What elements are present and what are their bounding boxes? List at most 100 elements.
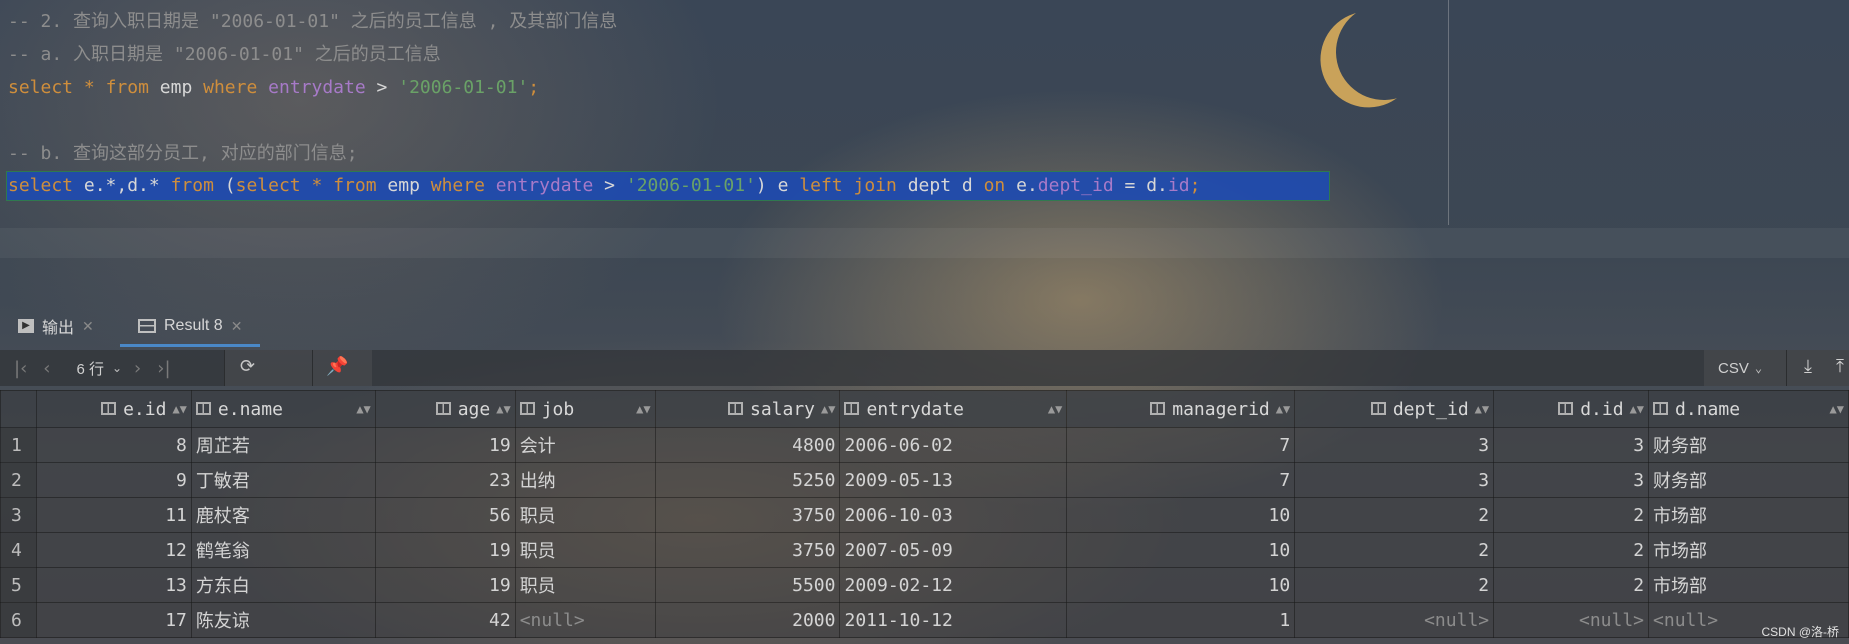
cell-job[interactable]: 职员	[514, 497, 656, 533]
cell-d-id[interactable]: 2	[1493, 532, 1650, 568]
column-header[interactable]: job ▲▼	[514, 390, 656, 428]
sort-icon[interactable]: ▲▼	[1276, 402, 1290, 416]
cell-e-id[interactable]: 8	[35, 427, 192, 463]
last-page-icon[interactable]: ›|	[149, 358, 178, 379]
sort-icon[interactable]: ▲▼	[1630, 402, 1644, 416]
cell-entrydate[interactable]: 2007-05-09	[839, 532, 1068, 568]
cell-dept-id[interactable]: <null>	[1294, 602, 1495, 638]
first-page-icon[interactable]: |‹	[6, 358, 35, 379]
query-line-2[interactable]: select e.*,d.* from (select * from emp w…	[8, 174, 1200, 198]
column-header[interactable]: age ▲▼	[374, 390, 516, 428]
row-number[interactable]: 6	[0, 602, 37, 638]
cell-d-name[interactable]: 财务部	[1648, 462, 1849, 498]
cell-dept-id[interactable]: 2	[1294, 567, 1495, 603]
close-icon[interactable]: ✕	[231, 318, 243, 335]
cell-d-name[interactable]: 市场部	[1648, 567, 1849, 603]
cell-entrydate[interactable]: 2009-05-13	[839, 462, 1068, 498]
cell-job[interactable]: 会计	[514, 427, 656, 463]
cell-managerid[interactable]: 10	[1066, 532, 1296, 568]
tab-result[interactable]: Result 8 ✕	[138, 308, 242, 344]
column-header[interactable]: d.id ▲▼	[1493, 390, 1650, 428]
cell-d-id[interactable]: 2	[1493, 567, 1650, 603]
sort-icon[interactable]: ▲▼	[1830, 402, 1844, 416]
cell-job[interactable]: 职员	[514, 567, 656, 603]
cell-e-name[interactable]: 周芷若	[190, 427, 376, 463]
column-header[interactable]: managerid ▲▼	[1066, 390, 1296, 428]
row-number[interactable]: 4	[0, 532, 37, 568]
sort-icon[interactable]: ▲▼	[356, 402, 370, 416]
table-row[interactable]: 5 13 方东白 19 职员 5500 2009-02-12 10 2 2 市场…	[0, 567, 1849, 603]
download-icon[interactable]: ⤓	[1796, 356, 1820, 377]
table-row[interactable]: 6 17 陈友谅 42 <null> 2000 2011-10-12 1 <nu…	[0, 602, 1849, 638]
column-header[interactable]: e.id ▲▼	[35, 390, 192, 428]
prev-page-icon[interactable]: ‹	[35, 358, 58, 379]
row-count-selector[interactable]: 6 行	[76, 358, 104, 379]
cell-salary[interactable]: 5250	[654, 462, 841, 498]
column-header[interactable]: entrydate ▲▼	[839, 390, 1068, 428]
export-format-selector[interactable]: CSV ⌄	[1718, 350, 1762, 386]
sort-icon[interactable]: ▲▼	[1048, 402, 1062, 416]
chevron-down-icon[interactable]: ⌄	[108, 361, 126, 375]
cell-salary[interactable]: 3750	[654, 497, 841, 533]
cell-e-id[interactable]: 13	[35, 567, 192, 603]
cell-dept-id[interactable]: 2	[1294, 532, 1495, 568]
cell-dept-id[interactable]: 3	[1294, 462, 1495, 498]
cell-salary[interactable]: 4800	[654, 427, 841, 463]
column-header[interactable]: salary ▲▼	[654, 390, 841, 428]
cell-age[interactable]: 19	[374, 532, 516, 568]
query-line-1[interactable]: select * from emp where entrydate > '200…	[8, 76, 539, 100]
cell-e-name[interactable]: 鹿杖客	[190, 497, 376, 533]
tab-output[interactable]: ▶ 输出 ✕	[18, 308, 94, 344]
refresh-icon[interactable]: ⟳	[232, 356, 263, 377]
table-row[interactable]: 1 8 周芷若 19 会计 4800 2006-06-02 7 3 3 财务部	[0, 427, 1849, 463]
cell-managerid[interactable]: 7	[1066, 427, 1296, 463]
cell-d-id[interactable]: 2	[1493, 497, 1650, 533]
cell-age[interactable]: 42	[374, 602, 516, 638]
close-icon[interactable]: ✕	[82, 318, 94, 335]
cell-entrydate[interactable]: 2006-10-03	[839, 497, 1068, 533]
column-header[interactable]: dept_id ▲▼	[1294, 390, 1495, 428]
cell-managerid[interactable]: 10	[1066, 567, 1296, 603]
sql-editor[interactable]: -- 2. 查询入职日期是 "2006-01-01" 之后的员工信息 , 及其部…	[0, 0, 1849, 300]
table-row[interactable]: 3 11 鹿杖客 56 职员 3750 2006-10-03 10 2 2 市场…	[0, 497, 1849, 533]
cell-managerid[interactable]: 1	[1066, 602, 1296, 638]
result-grid[interactable]: e.id ▲▼ e.name ▲▼ age ▲▼ job ▲▼ salary ▲▼ ent…	[0, 390, 1849, 644]
column-header[interactable]: e.name ▲▼	[190, 390, 376, 428]
sort-icon[interactable]: ▲▼	[636, 402, 650, 416]
cell-age[interactable]: 23	[374, 462, 516, 498]
row-number[interactable]: 3	[0, 497, 37, 533]
table-row[interactable]: 4 12 鹤笔翁 19 职员 3750 2007-05-09 10 2 2 市场…	[0, 532, 1849, 568]
cell-e-name[interactable]: 陈友谅	[190, 602, 376, 638]
cell-entrydate[interactable]: 2011-10-12	[839, 602, 1068, 638]
cell-entrydate[interactable]: 2006-06-02	[839, 427, 1068, 463]
cell-managerid[interactable]: 10	[1066, 497, 1296, 533]
cell-dept-id[interactable]: 2	[1294, 497, 1495, 533]
cell-d-name[interactable]: 市场部	[1648, 532, 1849, 568]
pin-icon[interactable]: 📌	[318, 356, 356, 377]
cell-job[interactable]: 职员	[514, 532, 656, 568]
cell-d-id[interactable]: <null>	[1493, 602, 1650, 638]
cell-e-id[interactable]: 9	[35, 462, 192, 498]
cell-age[interactable]: 19	[374, 427, 516, 463]
cell-e-id[interactable]: 17	[35, 602, 192, 638]
cell-managerid[interactable]: 7	[1066, 462, 1296, 498]
cell-age[interactable]: 56	[374, 497, 516, 533]
cell-dept-id[interactable]: 3	[1294, 427, 1495, 463]
table-row[interactable]: 2 9 丁敏君 23 出纳 5250 2009-05-13 7 3 3 财务部	[0, 462, 1849, 498]
cell-d-name[interactable]: 市场部	[1648, 497, 1849, 533]
cell-salary[interactable]: 3750	[654, 532, 841, 568]
cell-e-id[interactable]: 11	[35, 497, 192, 533]
cell-d-id[interactable]: 3	[1493, 462, 1650, 498]
row-number[interactable]: 2	[0, 462, 37, 498]
sort-icon[interactable]: ▲▼	[496, 402, 510, 416]
cell-job[interactable]: 出纳	[514, 462, 656, 498]
cell-job[interactable]: <null>	[514, 602, 656, 638]
cell-d-name[interactable]: 财务部	[1648, 427, 1849, 463]
upload-icon[interactable]: ⤒	[1828, 356, 1849, 377]
sort-icon[interactable]: ▲▼	[1475, 402, 1489, 416]
cell-e-name[interactable]: 方东白	[190, 567, 376, 603]
cell-e-name[interactable]: 丁敏君	[190, 462, 376, 498]
cell-e-id[interactable]: 12	[35, 532, 192, 568]
cell-salary[interactable]: 5500	[654, 567, 841, 603]
cell-entrydate[interactable]: 2009-02-12	[839, 567, 1068, 603]
